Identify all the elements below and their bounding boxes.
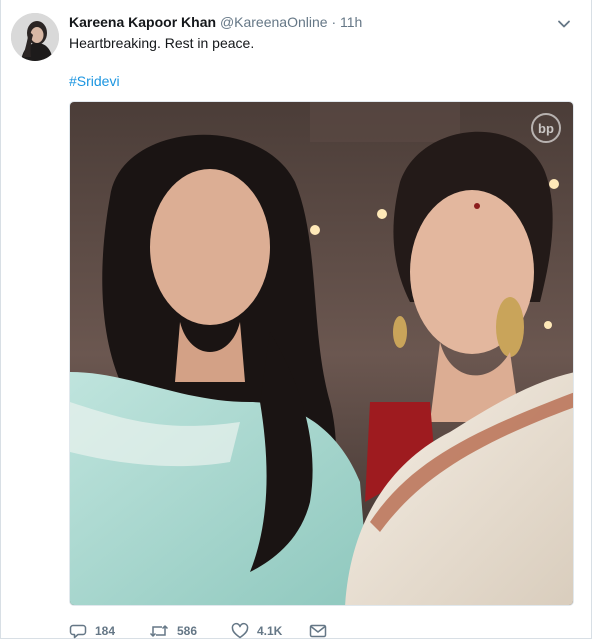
caret-down-icon[interactable] [556, 16, 572, 32]
tweet-photo[interactable]: bp [69, 101, 574, 606]
reply-icon [69, 624, 87, 639]
avatar[interactable] [11, 13, 59, 61]
photo-illustration: bp [70, 102, 573, 605]
reply-count: 184 [95, 624, 116, 638]
like-button[interactable]: 4.1K [231, 621, 282, 641]
retweet-count: 586 [177, 624, 198, 638]
author-name[interactable]: Kareena Kapoor Khan [69, 14, 216, 30]
media-watermark: bp [538, 121, 554, 136]
like-count: 4.1K [257, 624, 283, 638]
tweet-timestamp[interactable]: 11h [340, 14, 362, 30]
like-icon [231, 622, 249, 639]
hashtag-link[interactable]: #Sridevi [69, 73, 120, 89]
author-handle[interactable]: @KareenaOnline [220, 14, 328, 30]
tweet-text: Heartbreaking. Rest in peace. #Sridevi [69, 34, 569, 91]
tweet-actions: 184 586 4.1K [69, 621, 569, 641]
retweet-icon [149, 625, 169, 637]
retweet-button[interactable]: 586 [149, 621, 197, 641]
reply-button[interactable]: 184 [69, 621, 115, 641]
direct-message-icon [309, 624, 327, 638]
tweet-text-line: Heartbreaking. Rest in peace. [69, 35, 255, 51]
separator-dot: · [331, 14, 337, 30]
tweet-header: Kareena Kapoor Khan @KareenaOnline · 11h [69, 13, 362, 31]
direct-message-button[interactable] [309, 621, 327, 641]
